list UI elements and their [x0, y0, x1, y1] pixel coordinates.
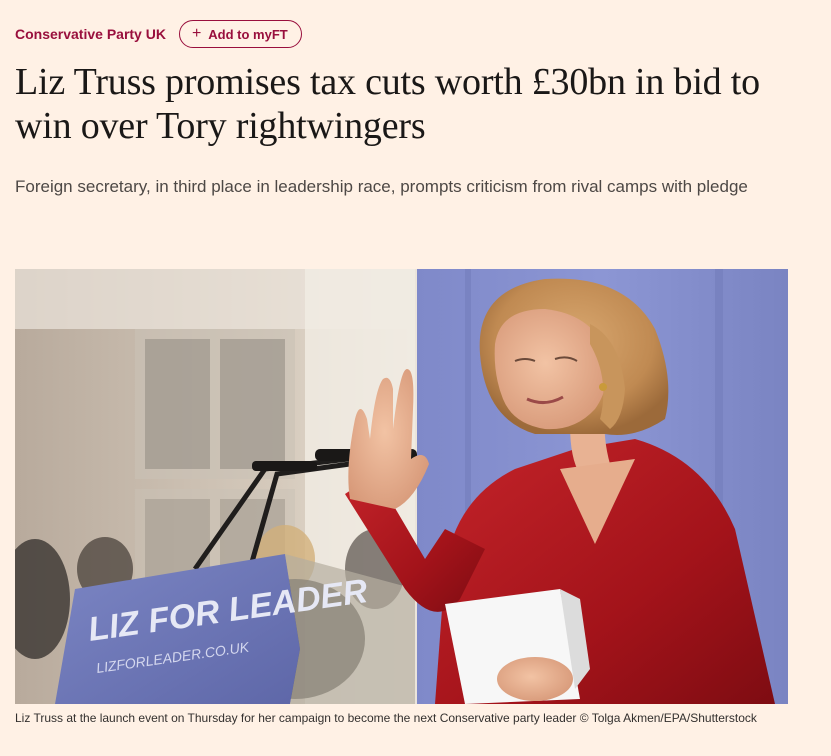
add-to-myft-label: Add to myFT	[208, 26, 288, 42]
add-to-myft-button[interactable]: + Add to myFT	[178, 20, 302, 48]
image-caption: Liz Truss at the launch event on Thursda…	[15, 711, 757, 725]
article-standfirst: Foreign secretary, in third place in lea…	[15, 177, 748, 196]
article-photo: LIZ FOR LEADER LIZFORLEADER.CO.UK	[15, 269, 788, 704]
topic-link[interactable]: Conservative Party UK	[15, 26, 166, 42]
plus-icon: +	[191, 25, 202, 42]
article-headline: Liz Truss promises tax cuts worth £30bn …	[15, 61, 760, 147]
topic-row: Conservative Party UK + Add to myFT	[15, 20, 302, 48]
